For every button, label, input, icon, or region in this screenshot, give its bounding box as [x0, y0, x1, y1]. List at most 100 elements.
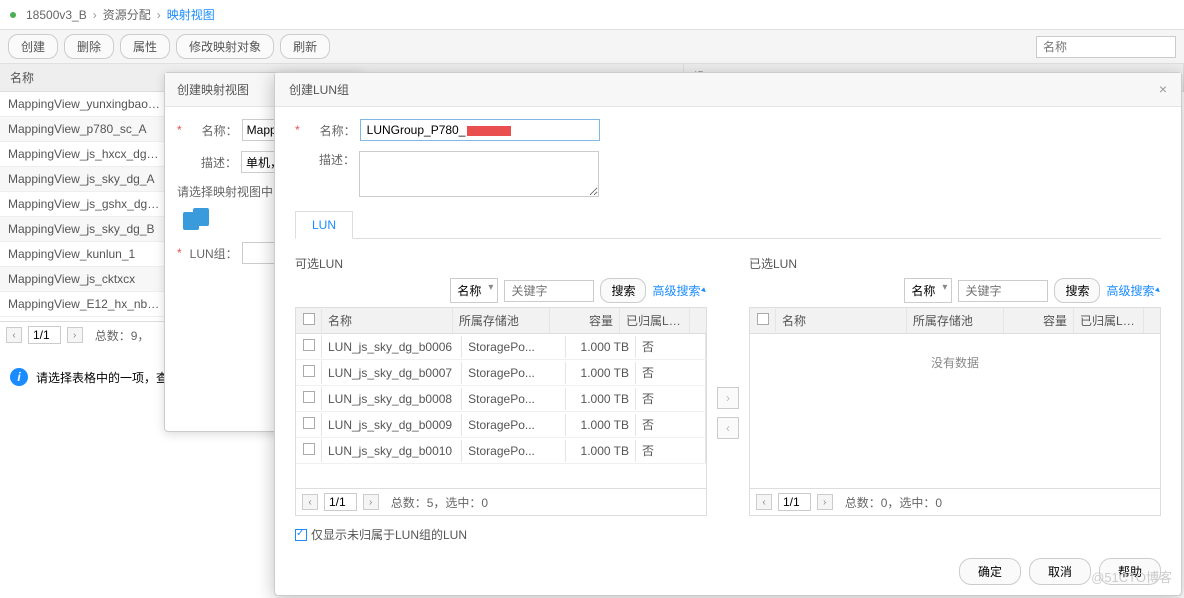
col-owned[interactable]: 已归属LU...	[1074, 308, 1144, 333]
row-checkbox[interactable]	[303, 443, 315, 455]
page-select[interactable]: 1/1	[28, 326, 61, 344]
page-next-icon[interactable]: ›	[817, 494, 833, 510]
search-input[interactable]	[1036, 36, 1176, 58]
keyword-input[interactable]	[958, 280, 1048, 302]
page-next-icon[interactable]: ›	[363, 494, 379, 510]
cell-owned: 否	[636, 360, 706, 385]
bc-view: 映射视图	[167, 6, 215, 23]
col-owned[interactable]: 已归属LU...	[620, 308, 690, 333]
page-next-icon[interactable]: ›	[67, 327, 83, 343]
row-checkbox[interactable]	[303, 339, 315, 351]
cell-name: LUN_js_sky_dg_b0006	[322, 336, 462, 358]
page-prev-icon[interactable]: ‹	[6, 327, 22, 343]
refresh-button[interactable]: 刷新	[280, 34, 330, 59]
cell-name: LUN_js_sky_dg_b0008	[322, 388, 462, 410]
col-capacity[interactable]: 容量	[1004, 308, 1074, 333]
page-select[interactable]: 1/1	[324, 493, 357, 511]
cell-name: LUN_js_sky_dg_b0007	[322, 362, 462, 384]
bc-device[interactable]: 18500v3_B	[26, 8, 87, 22]
col-capacity[interactable]: 容量	[550, 308, 620, 333]
list-item[interactable]: MappingView_js_sky_dg_A	[0, 167, 168, 192]
tab-lun[interactable]: LUN	[295, 211, 353, 239]
list-item[interactable]: MappingView_kunlun_1	[0, 242, 168, 267]
create-button[interactable]: 创建	[8, 34, 58, 59]
col-pool[interactable]: 所属存储池	[907, 308, 1004, 333]
properties-button[interactable]: 属性	[120, 34, 170, 59]
only-unassigned-label: 仅显示未归属于LUN组的LUN	[311, 526, 467, 543]
row-checkbox[interactable]	[303, 417, 315, 429]
page-prev-icon[interactable]: ‹	[756, 494, 772, 510]
page-prev-icon[interactable]: ‹	[302, 494, 318, 510]
available-title: 可选LUN	[295, 255, 707, 272]
move-left-button[interactable]: ‹	[717, 417, 739, 439]
only-unassigned-checkbox[interactable]	[295, 529, 307, 541]
search-field-select[interactable]: 名称	[450, 278, 498, 303]
search-box	[1036, 36, 1176, 58]
chosen-panel: 已选LUN 名称 搜索 高级搜索 名称 所属存储池 容量 已归属LU...	[749, 249, 1161, 516]
select-all-checkbox[interactable]	[303, 313, 315, 325]
table-row[interactable]: LUN_js_sky_dg_b0007StoragePo...1.000 TB否	[296, 360, 706, 386]
table-row[interactable]: LUN_js_sky_dg_b0008StoragePo...1.000 TB否	[296, 386, 706, 412]
status-dot-icon	[10, 12, 16, 18]
lun-group-label: LUN组：	[188, 245, 238, 262]
close-icon[interactable]: ×	[1159, 81, 1167, 98]
advanced-search-link[interactable]: 高级搜索	[1106, 282, 1161, 299]
list-item[interactable]: MappingView_E12_hx_nb_ADG	[0, 292, 168, 317]
storage-icon	[183, 208, 213, 232]
info-icon: i	[10, 368, 28, 386]
lun-name-input[interactable]: LUNGroup_P780_	[360, 119, 600, 141]
cell-owned: 否	[636, 334, 706, 359]
info-text: 请选择表格中的一项，查	[36, 369, 168, 386]
list-item[interactable]: MappingView_js_sky_dg_B	[0, 217, 168, 242]
search-button[interactable]: 搜索	[1054, 278, 1100, 303]
list-item[interactable]: MappingView_js_gshx_dg_AB	[0, 192, 168, 217]
chosen-title: 已选LUN	[749, 255, 1161, 272]
ok-button[interactable]: 确定	[959, 558, 1021, 585]
list-item[interactable]: MappingView_js_cktxcx	[0, 267, 168, 292]
cell-capacity: 1.000 TB	[566, 362, 636, 384]
advanced-search-link[interactable]: 高级搜索	[652, 282, 707, 299]
chevron-right-icon: ›	[93, 8, 97, 22]
col-pool[interactable]: 所属存储池	[453, 308, 550, 333]
list-item[interactable]: MappingView_js_hxcx_dg_AB	[0, 142, 168, 167]
bc-section[interactable]: 资源分配	[103, 6, 151, 23]
cell-name: LUN_js_sky_dg_b0009	[322, 414, 462, 436]
table-row[interactable]: LUN_js_sky_dg_b0010StoragePo...1.000 TB否	[296, 438, 706, 464]
list-item[interactable]: MappingView_p780_sc_A	[0, 117, 168, 142]
required-icon: *	[177, 246, 182, 260]
cell-capacity: 1.000 TB	[566, 336, 636, 358]
lun-name-label: 名称：	[306, 122, 356, 139]
cancel-button[interactable]: 取消	[1029, 558, 1091, 585]
pager: ‹ 1/1 › 总数：9，	[0, 321, 168, 348]
breadcrumb: 18500v3_B › 资源分配 › 映射视图	[0, 0, 1184, 29]
search-field-select[interactable]: 名称	[904, 278, 952, 303]
toolbar: 创建 删除 属性 修改映射对象 刷新	[0, 29, 1184, 64]
table-row[interactable]: LUN_js_sky_dg_b0009StoragePo...1.000 TB否	[296, 412, 706, 438]
cell-capacity: 1.000 TB	[566, 388, 636, 410]
tabs: LUN	[295, 211, 1161, 239]
empty-text: 没有数据	[750, 334, 1160, 391]
create-lun-group-modal: 创建LUN组 × * 名称： LUNGroup_P780_ 描述： LUN 可选…	[274, 72, 1182, 596]
page-select[interactable]: 1/1	[778, 493, 811, 511]
col-lun-name[interactable]: 名称	[776, 308, 907, 333]
transfer-buttons: › ‹	[717, 249, 739, 516]
required-icon: *	[295, 123, 300, 137]
keyword-input[interactable]	[504, 280, 594, 302]
cell-pool: StoragePo...	[462, 440, 566, 462]
row-checkbox[interactable]	[303, 391, 315, 403]
delete-button[interactable]: 删除	[64, 34, 114, 59]
name-label: 名称：	[188, 122, 238, 139]
row-checkbox[interactable]	[303, 365, 315, 377]
cell-pool: StoragePo...	[462, 388, 566, 410]
cell-owned: 否	[636, 412, 706, 437]
cell-pool: StoragePo...	[462, 362, 566, 384]
cell-capacity: 1.000 TB	[566, 414, 636, 436]
move-right-button[interactable]: ›	[717, 387, 739, 409]
lun-desc-input[interactable]	[359, 151, 599, 197]
search-button[interactable]: 搜索	[600, 278, 646, 303]
modify-mapping-button[interactable]: 修改映射对象	[176, 34, 274, 59]
select-all-checkbox[interactable]	[757, 313, 769, 325]
col-lun-name[interactable]: 名称	[322, 308, 453, 333]
table-row[interactable]: LUN_js_sky_dg_b0006StoragePo...1.000 TB否	[296, 334, 706, 360]
list-item[interactable]: MappingView_yunxingbaozhang	[0, 92, 168, 117]
